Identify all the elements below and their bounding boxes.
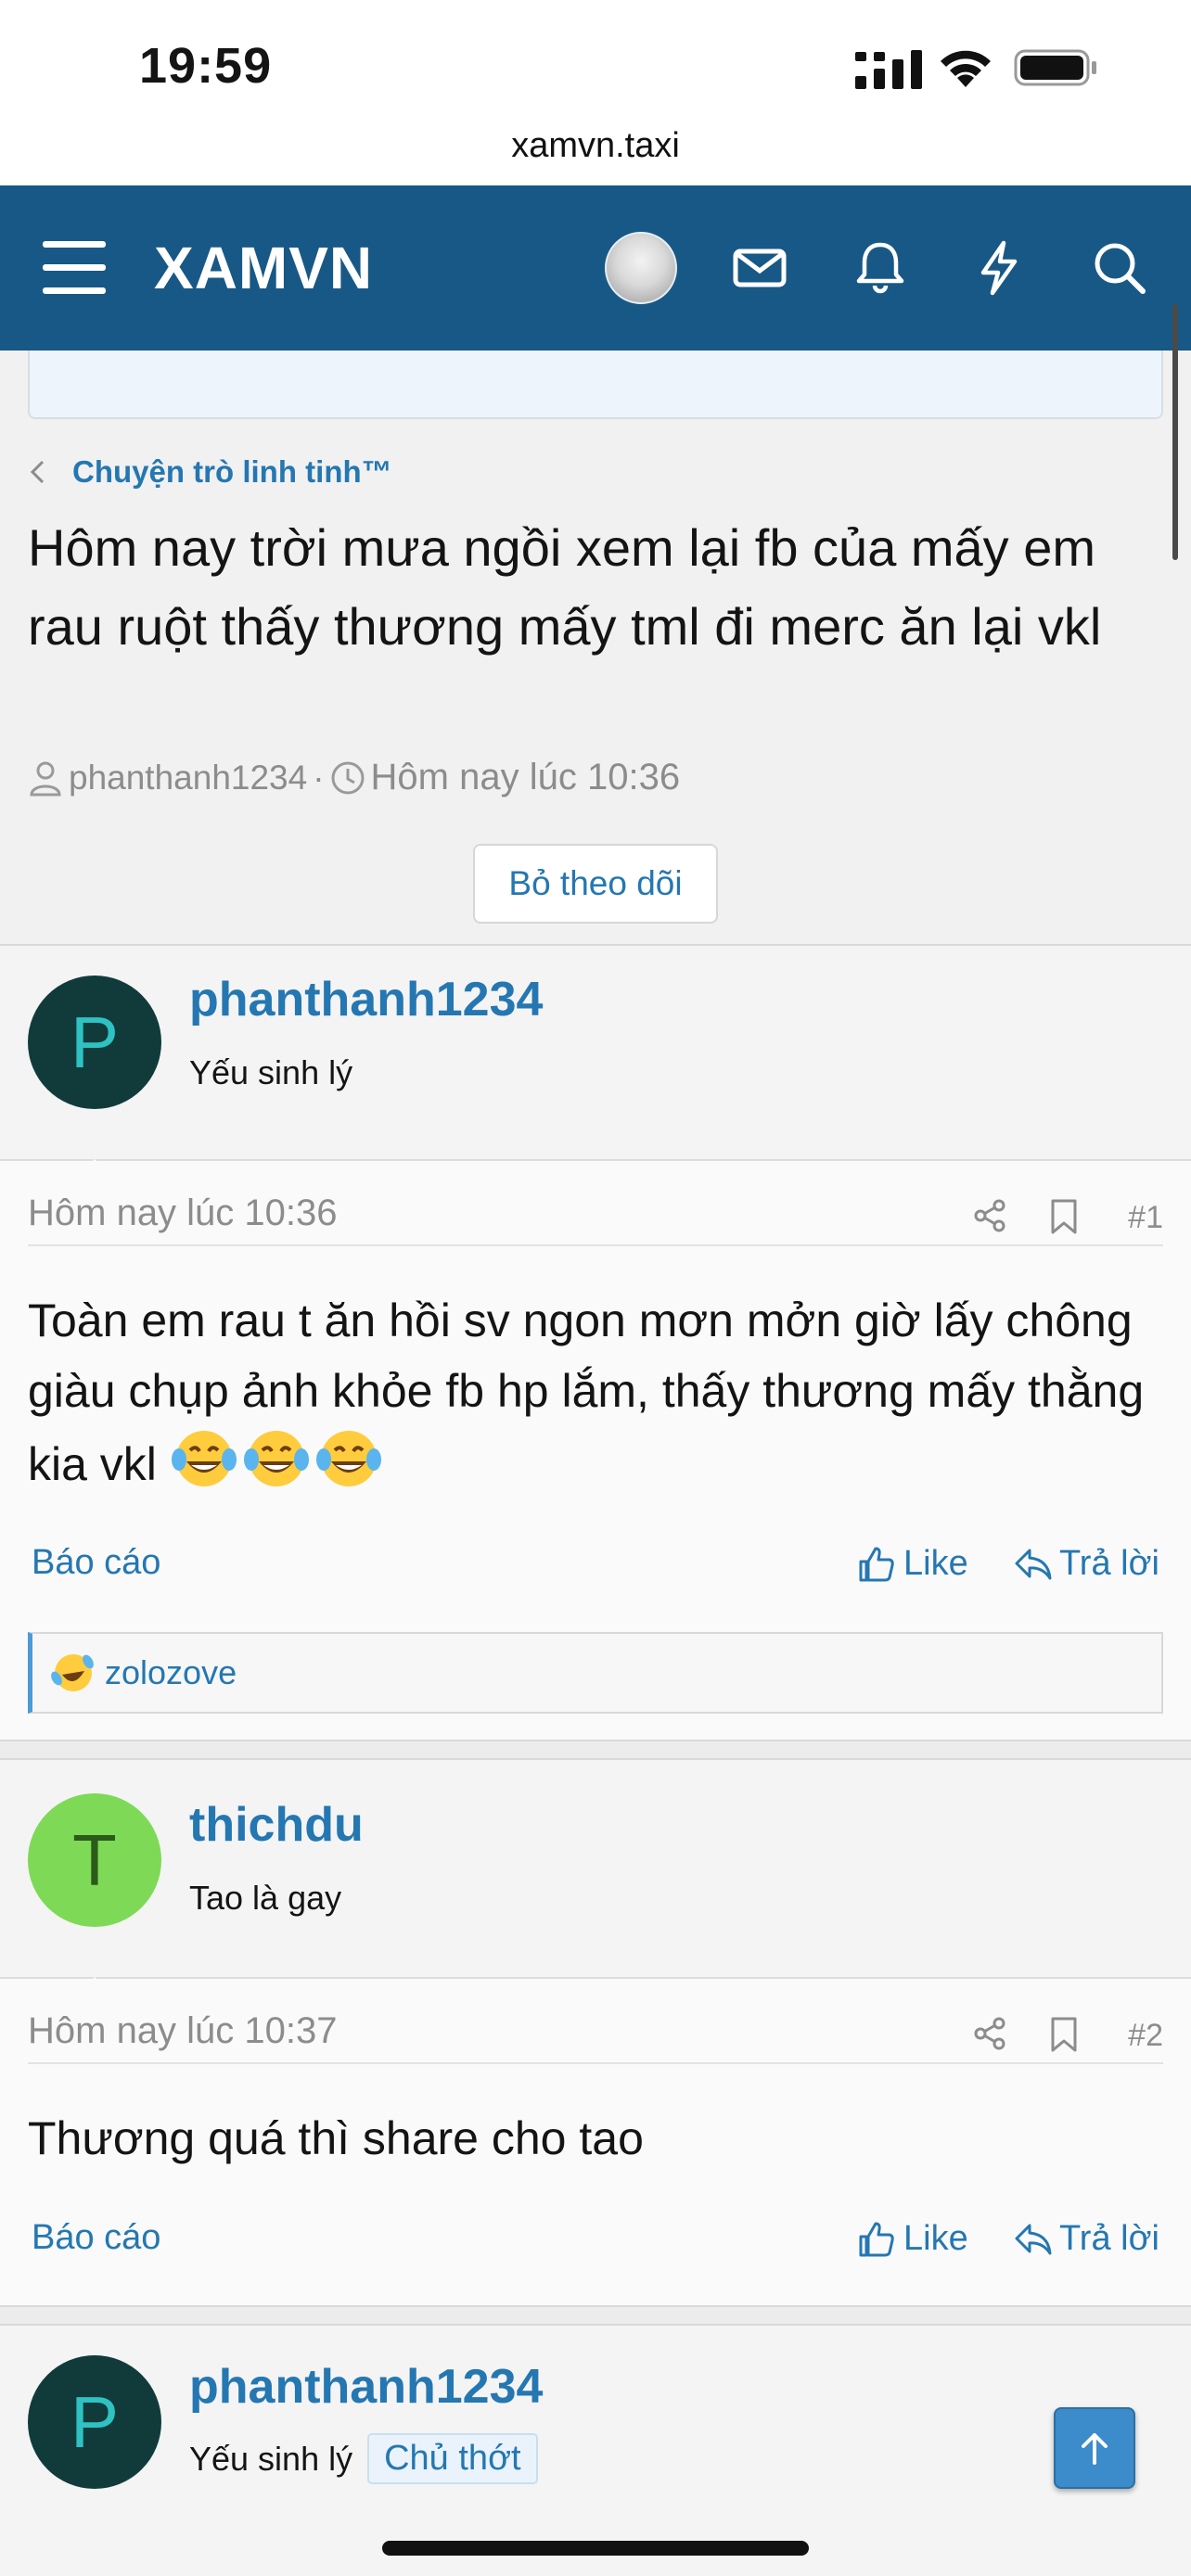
report-button[interactable]: Báo cáo bbox=[32, 2218, 160, 2258]
user-title: Tao là gay bbox=[189, 1879, 341, 1918]
post-header: Hôm nay lúc 10:37 #2 bbox=[28, 2007, 1163, 2064]
user-title-text: Tao là gay bbox=[189, 1879, 342, 1917]
username[interactable]: phanthanh1234 bbox=[189, 2359, 543, 2415]
avatar[interactable]: P bbox=[28, 976, 161, 1109]
avatar[interactable]: P bbox=[28, 2355, 161, 2489]
like-button[interactable]: Like bbox=[855, 1543, 968, 1584]
post-date[interactable]: Hôm nay lúc 10:37 bbox=[28, 2010, 338, 2052]
reply-icon bbox=[1015, 2224, 1052, 2255]
reply-icon bbox=[1015, 1549, 1052, 1580]
post-actions: Báo cáo Like Trả lời bbox=[28, 2218, 1163, 2274]
rofl-emoji bbox=[51, 1654, 94, 1691]
user-title-text: Yếu sinh lý bbox=[189, 2439, 353, 2478]
report-button[interactable]: Báo cáo bbox=[32, 1543, 160, 1583]
share-icon[interactable] bbox=[972, 2016, 1007, 2051]
post-body: Hôm nay lúc 10:37 #2 Thương quá thì shar… bbox=[0, 1979, 1191, 2305]
reply-label: Trả lời bbox=[1059, 1543, 1159, 1583]
battery-icon bbox=[1014, 49, 1096, 86]
avatar-letter: P bbox=[70, 1001, 120, 1083]
reply-button[interactable]: Trả lời bbox=[1013, 1543, 1159, 1584]
like-label: Like bbox=[903, 1543, 968, 1583]
username[interactable]: thichdu bbox=[189, 1797, 364, 1853]
post-body: Hôm nay lúc 10:36 #1 Toàn em rau t ăn hồ… bbox=[0, 1161, 1191, 1740]
site-logo[interactable]: XAMVN bbox=[154, 234, 373, 302]
avatar-letter: P bbox=[70, 2380, 120, 2463]
thumbs-up-icon bbox=[859, 1547, 894, 1582]
post-number[interactable]: #2 bbox=[1128, 2018, 1163, 2054]
post-number[interactable]: #1 bbox=[1128, 1200, 1163, 1236]
post-header: Hôm nay lúc 10:36 #1 bbox=[28, 1189, 1163, 1246]
thread-meta: phanthanh1234 · Hôm nay lúc 10:36 bbox=[28, 757, 680, 798]
post-actions: Báo cáo Like Trả lời bbox=[28, 1543, 1163, 1599]
lightning-icon[interactable] bbox=[970, 239, 1028, 297]
post-user-box: P phanthanh1234 Yếu sinh lý Chủ thớt bbox=[0, 2326, 1191, 2576]
reaction-user[interactable]: zolozove bbox=[105, 1653, 237, 1692]
post-content: Toàn em rau t ăn hồi sv ngon mơn mởn giờ… bbox=[28, 1285, 1169, 1499]
breadcrumb[interactable]: Chuyện trò linh tinh™ bbox=[28, 454, 392, 490]
thread-author[interactable]: phanthanh1234 bbox=[69, 759, 307, 797]
bookmark-icon[interactable] bbox=[1048, 1198, 1080, 1235]
reply-button[interactable]: Trả lời bbox=[1013, 2218, 1159, 2259]
divider bbox=[0, 1740, 1191, 1760]
thread-date[interactable]: Hôm nay lúc 10:36 bbox=[371, 757, 681, 798]
bell-icon[interactable] bbox=[852, 239, 909, 297]
address-bar-url[interactable]: xamvn.taxi bbox=[0, 126, 1191, 166]
divider bbox=[0, 2305, 1191, 2326]
app-header: XAMVN bbox=[0, 185, 1191, 351]
avatar-letter: T bbox=[72, 1818, 117, 1901]
avatar[interactable] bbox=[605, 232, 677, 304]
menu-icon[interactable] bbox=[43, 241, 106, 294]
cellular-signal-icon bbox=[855, 50, 922, 89]
share-icon[interactable] bbox=[972, 1198, 1007, 1233]
user-title: Yếu sinh lý bbox=[189, 1053, 352, 1092]
mail-icon[interactable] bbox=[731, 239, 788, 297]
arrow-up-icon bbox=[1082, 2433, 1108, 2465]
page-title: Hôm nay trời mưa ngồi xem lại fb của mấy… bbox=[28, 518, 1102, 656]
user-icon bbox=[28, 759, 63, 797]
avatar[interactable]: T bbox=[28, 1793, 161, 1927]
meta-separator: · bbox=[313, 758, 325, 797]
scrollbar[interactable] bbox=[1172, 304, 1178, 560]
reaction-bar[interactable]: zolozove bbox=[28, 1632, 1163, 1714]
tears-of-joy-emoji bbox=[315, 1431, 381, 1486]
post-user-box: P phanthanh1234 Yếu sinh lý bbox=[0, 946, 1191, 1181]
reply-label: Trả lời bbox=[1059, 2218, 1159, 2258]
clock-icon bbox=[330, 759, 365, 797]
post-text: Thương quá thì share cho tao bbox=[28, 2112, 644, 2164]
bookmark-icon[interactable] bbox=[1048, 2016, 1080, 2053]
post-date[interactable]: Hôm nay lúc 10:36 bbox=[28, 1192, 338, 1234]
post-user-box: T thichdu Tao là gay bbox=[0, 1760, 1191, 1999]
thread-starter-badge: Chủ thớt bbox=[367, 2433, 538, 2484]
wifi-icon bbox=[941, 50, 991, 87]
chevron-left-icon bbox=[30, 460, 45, 484]
scroll-to-top-button[interactable] bbox=[1054, 2407, 1135, 2489]
status-time: 19:59 bbox=[139, 38, 273, 94]
status-bar: 19:59 xamvn.taxi bbox=[0, 0, 1191, 165]
like-label: Like bbox=[903, 2218, 968, 2258]
tears-of-joy-emoji bbox=[171, 1431, 237, 1486]
user-title: Yếu sinh lý Chủ thớt bbox=[189, 2433, 538, 2484]
like-button[interactable]: Like bbox=[855, 2218, 968, 2259]
breadcrumb-link[interactable]: Chuyện trò linh tinh™ bbox=[72, 454, 392, 490]
search-icon[interactable] bbox=[1091, 239, 1148, 297]
unwatch-button[interactable]: Bỏ theo dõi bbox=[473, 844, 718, 924]
notice-box bbox=[28, 351, 1163, 419]
username[interactable]: phanthanh1234 bbox=[189, 972, 543, 1027]
tears-of-joy-emoji bbox=[243, 1431, 309, 1486]
thumbs-up-icon bbox=[859, 2222, 894, 2257]
user-title-text: Yếu sinh lý bbox=[189, 1053, 353, 1091]
home-indicator[interactable] bbox=[382, 2541, 809, 2556]
